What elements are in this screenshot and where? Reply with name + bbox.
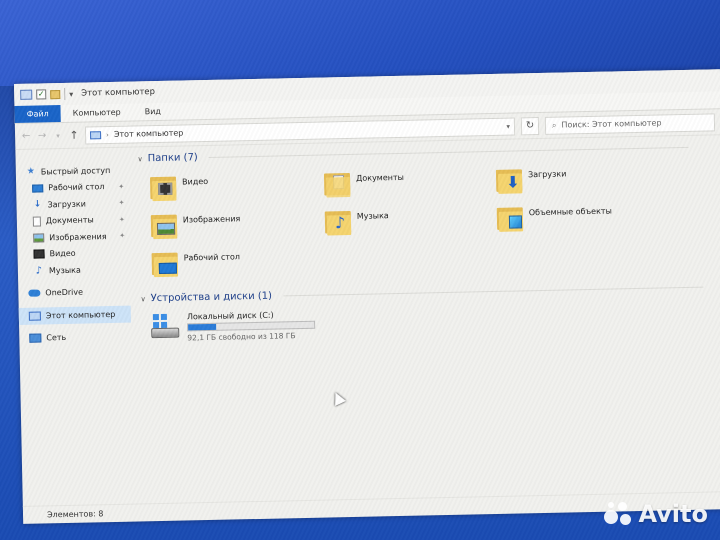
folder-item-desktop[interactable]: Рабочий стол (151, 249, 241, 278)
windows-logo-icon (152, 313, 168, 329)
desktop-icon (32, 184, 44, 193)
folder-item-downloads[interactable]: ⬇ Загрузки (495, 166, 567, 194)
sidebar-item-label: OneDrive (45, 287, 84, 298)
network-icon (29, 333, 42, 343)
avito-watermark: Avito (604, 500, 708, 528)
this-pc-icon (20, 89, 33, 100)
folder-item-documents[interactable]: Документы (323, 170, 405, 198)
search-box[interactable]: ⌕ Поиск: Этот компьютер (544, 112, 716, 135)
computer-icon (28, 311, 41, 321)
items-count: Элементов: 8 (46, 509, 104, 520)
pin-icon: ✦ (118, 182, 125, 191)
documents-folder-icon (323, 171, 353, 198)
divider (64, 87, 66, 100)
pin-icon: ✦ (118, 198, 125, 208)
drive-item-c[interactable]: Локальный диск (C:) 92,1 ГБ свободно из … (151, 310, 316, 343)
forward-arrow-icon[interactable]: → (37, 130, 47, 141)
sidebar-item-label: Этот компьютер (45, 309, 116, 321)
folder-item-pictures[interactable]: Изображения (150, 211, 241, 240)
video-icon (33, 249, 45, 259)
navigation-pane: ★ Быстрый доступ Рабочий стол ✦ ↓ Загруз… (15, 148, 134, 506)
folder-label: Изображения (182, 214, 241, 225)
avito-logo-icon (604, 502, 632, 526)
folder-label: Документы (355, 172, 405, 183)
drive-usage-fill (188, 323, 216, 331)
local-disk-icon (151, 313, 182, 344)
pictures-folder-icon (150, 213, 180, 240)
folder-label: Рабочий стол (183, 252, 241, 263)
breadcrumb-separator-icon: › (105, 130, 109, 139)
drive-free-space: 92,1 ГБ свободно из 118 ГБ (187, 331, 296, 343)
pictures-icon (33, 233, 45, 243)
properties-icon[interactable]: ✓ (36, 89, 47, 100)
this-pc-icon (89, 130, 102, 139)
desktop-folder-icon (151, 251, 181, 278)
tab-computer[interactable]: Компьютер (61, 104, 133, 123)
pin-icon: ✦ (119, 231, 126, 241)
downloads-folder-icon: ⬇ (495, 167, 525, 194)
group-title: Устройства и диски (1) (150, 290, 273, 305)
3d-objects-folder-icon (496, 205, 526, 232)
sidebar-item-label: Изображения (49, 231, 107, 243)
sidebar-item-label: Документы (45, 215, 94, 226)
content-area: ★ Быстрый доступ Рабочий стол ✦ ↓ Загруз… (15, 135, 720, 506)
cloud-icon (28, 289, 41, 297)
search-icon: ⌕ (551, 120, 557, 130)
collapse-chevron-icon[interactable]: ∨ (140, 295, 145, 303)
folder-item-videos[interactable]: Видео (149, 174, 209, 202)
file-view: ∨ Папки (7) Видео Документы ⬇ Загрузки И… (127, 135, 720, 503)
back-arrow-icon[interactable]: ← (21, 131, 31, 142)
folder-label: Объемные объекты (528, 206, 612, 218)
sidebar-item-label: Рабочий стол (48, 182, 105, 193)
new-folder-icon[interactable] (50, 89, 61, 99)
downloads-icon: ↓ (33, 199, 42, 210)
drive-usage-bar (187, 320, 316, 332)
folder-label: Загрузки (527, 169, 567, 180)
quick-access-toolbar: ✓ ▾ (20, 87, 73, 101)
video-folder-icon (149, 175, 179, 202)
file-explorer-window: ✓ ▾ Этот компьютер Файл Компьютер Вид ← … (14, 69, 720, 524)
address-dropdown-chevron-icon[interactable]: ▾ (506, 122, 510, 130)
group-header-folders[interactable]: ∨ Папки (7) (137, 142, 689, 165)
drive-label: Локальный диск (C:) (186, 310, 274, 322)
sidebar-item-label: Музыка (48, 265, 81, 276)
refresh-icon[interactable]: ↻ (520, 116, 540, 135)
folder-item-music[interactable]: ♪ Музыка (324, 208, 389, 236)
folder-item-3d-objects[interactable]: Объемные объекты (496, 204, 613, 232)
up-arrow-icon[interactable]: ↑ (69, 129, 79, 142)
tab-file[interactable]: Файл (14, 105, 61, 123)
music-note-icon: ♪ (35, 265, 43, 277)
folder-label: Видео (181, 176, 209, 187)
sidebar-item-network[interactable]: Сеть (19, 328, 131, 347)
breadcrumb-this-pc[interactable]: Этот компьютер (114, 128, 184, 138)
pin-icon: ✦ (118, 215, 125, 224)
music-folder-icon: ♪ (324, 209, 354, 236)
watermark-text: Avito (638, 500, 708, 528)
sidebar-item-label: Загрузки (47, 199, 86, 210)
divider (208, 146, 689, 158)
documents-icon (32, 216, 41, 227)
collapse-chevron-icon[interactable]: ∨ (138, 155, 143, 163)
customize-toolbar-dropdown[interactable]: ▾ (69, 89, 73, 98)
sidebar-item-label: Видео (49, 248, 76, 259)
sidebar-item-label: Быстрый доступ (40, 165, 111, 177)
group-header-devices[interactable]: ∨ Устройства и диски (1) (140, 282, 703, 305)
search-placeholder: Поиск: Этот компьютер (561, 118, 662, 130)
divider (283, 286, 703, 297)
window-title: Этот компьютер (81, 87, 156, 99)
sidebar-item-label: Сеть (46, 333, 67, 343)
tab-view[interactable]: Вид (132, 103, 173, 121)
recent-locations-chevron-icon[interactable]: ▾ (53, 131, 63, 140)
group-title: Папки (7) (147, 152, 198, 165)
star-icon: ★ (26, 166, 35, 178)
folder-label: Музыка (356, 211, 389, 221)
